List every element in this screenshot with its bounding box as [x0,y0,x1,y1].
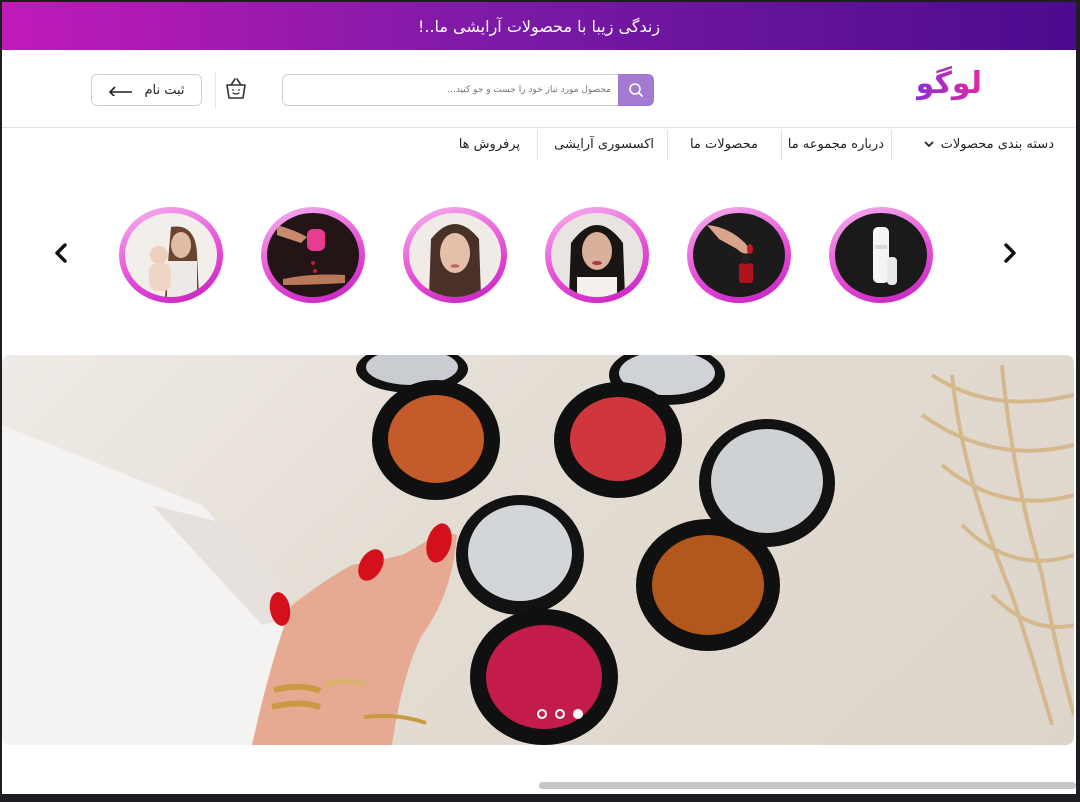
carousel-prev-button[interactable] [49,238,73,268]
horizontal-scrollbar[interactable] [539,782,1076,789]
hero-banner[interactable] [2,355,1074,745]
nav-item-bestsellers[interactable]: پرفروش ها [459,128,520,160]
story-image [835,213,927,297]
nav-item-label: پرفروش ها [458,136,520,152]
story-carousel [2,202,1076,312]
cart-icon[interactable] [223,76,249,102]
site-header: لوگو ثبت نام [2,50,1076,128]
pagination-dot[interactable] [555,709,565,719]
banner-image [2,355,1074,745]
site-logo[interactable]: لوگو [916,66,982,101]
app-frame: زندگی زیبا با محصولات آرایشی ما..! لوگو [2,2,1076,794]
chevron-down-icon [923,141,934,148]
nav-divider [781,130,782,160]
story-item[interactable] [829,207,933,303]
story-item[interactable] [119,207,223,303]
arrow-left-icon [109,86,133,96]
promo-text: زندگی زیبا با محصولات آرایشی ما..! [417,16,661,36]
nav-item-about[interactable]: درباره مجموعه ما [788,128,884,160]
chevron-right-icon [1004,243,1016,263]
search-bar [282,74,654,106]
banner-pagination [537,709,583,719]
story-image [693,213,785,297]
nav-item-label: دسته بندی محصولات [940,136,1054,152]
story-image [409,213,501,297]
pagination-dot-active[interactable] [573,709,583,719]
promo-bar: زندگی زیبا با محصولات آرایشی ما..! [2,2,1076,50]
nav-item-accessories[interactable]: اکسسوری آرایشی [554,128,654,160]
search-button[interactable] [618,74,654,106]
nav-item-label: محصولات ما [689,136,758,152]
chevron-left-icon [55,243,67,263]
story-image [551,213,643,297]
story-item[interactable] [403,207,507,303]
register-button[interactable]: ثبت نام [91,74,202,106]
nav-item-products[interactable]: محصولات ما [690,128,758,160]
main-nav: دسته بندی محصولات درباره مجموعه ما محصول… [2,128,1076,160]
story-item[interactable] [545,207,649,303]
search-icon [629,83,643,97]
header-divider [215,72,216,108]
register-label: ثبت نام [144,82,185,98]
story-image [125,213,217,297]
story-image [267,213,359,297]
story-item[interactable] [261,207,365,303]
search-input[interactable] [289,75,615,105]
story-item[interactable] [687,207,791,303]
nav-item-label: اکسسوری آرایشی [554,136,654,152]
carousel-next-button[interactable] [998,238,1022,268]
nav-divider [891,130,892,160]
nav-item-categories[interactable]: دسته بندی محصولات [923,128,1054,160]
nav-item-label: درباره مجموعه ما [787,136,884,152]
nav-divider [537,130,538,160]
nav-divider [667,130,668,160]
pagination-dot[interactable] [537,709,547,719]
